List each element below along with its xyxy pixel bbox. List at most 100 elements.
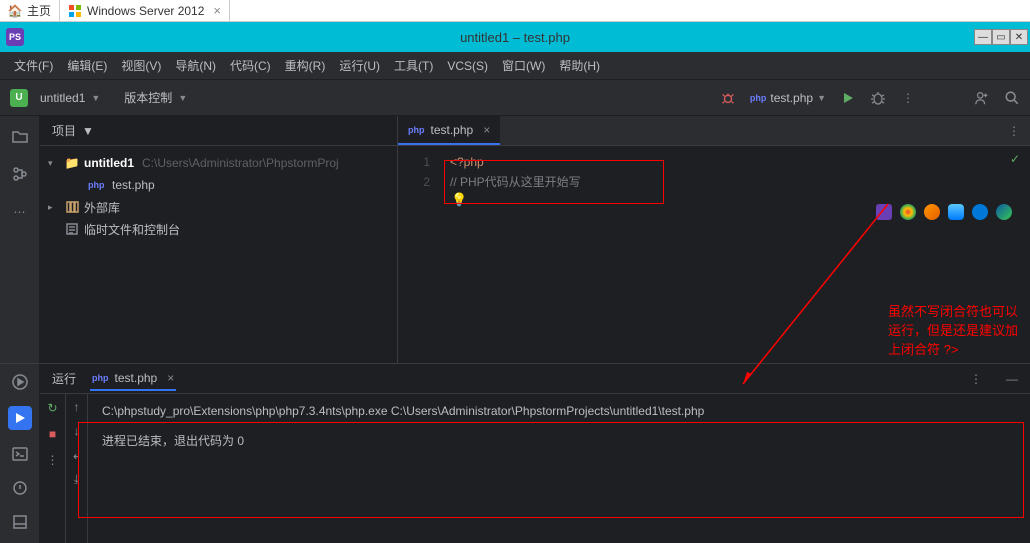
menu-code[interactable]: 代码(C) [224, 53, 277, 78]
root-path: C:\Users\Administrator\PhpstormProj [142, 156, 339, 170]
minimize-button[interactable]: — [974, 29, 992, 45]
run-config-label: test.php [770, 91, 813, 105]
structure-tool-icon[interactable] [10, 164, 30, 184]
run-tool-icon[interactable] [10, 372, 30, 392]
menu-run[interactable]: 运行(U) [333, 53, 386, 78]
folder-icon: 📁 [64, 156, 80, 170]
run-nav-toolbar: ↑ ↓ ↲ ⤓ [66, 394, 88, 543]
project-tool-icon[interactable] [10, 126, 30, 146]
run-tab-testphp[interactable]: php test.php × [90, 367, 176, 391]
phpstorm-icon[interactable] [876, 204, 892, 220]
more-icon[interactable]: ⋮ [900, 90, 916, 106]
line-gutter: 1 2 [398, 146, 438, 363]
editor-area: php test.php × ⋮ 1 2 <?php // PHP代码从这里开始… [398, 116, 1030, 363]
editor-tab-strip: php test.php × ⋮ [398, 116, 1030, 146]
hide-panel-icon[interactable]: — [1006, 372, 1018, 386]
console-line: C:\phpstudy_pro\Extensions\php\php7.3.4n… [102, 404, 1016, 418]
menu-refactor[interactable]: 重构(R) [279, 53, 332, 78]
menu-view[interactable]: 视图(V) [115, 53, 167, 78]
chevron-down-icon[interactable]: ▼ [91, 93, 100, 103]
chrome-icon[interactable] [900, 204, 916, 220]
down-icon[interactable]: ↓ [74, 424, 80, 438]
up-icon[interactable]: ↑ [74, 400, 80, 414]
window-title: untitled1 – test.php [460, 30, 570, 45]
menu-help[interactable]: 帮助(H) [553, 53, 606, 78]
php-icon: php [92, 373, 109, 383]
collab-icon[interactable] [974, 90, 990, 106]
scroll-icon[interactable]: ⤓ [74, 472, 79, 487]
tab-label: test.php [431, 123, 474, 137]
safari-icon[interactable] [948, 204, 964, 220]
debug-icon[interactable] [870, 90, 886, 106]
search-icon[interactable] [1004, 90, 1020, 106]
ext-lib-label: 外部库 [84, 199, 120, 216]
run-active-icon[interactable] [8, 406, 32, 430]
expand-icon[interactable]: ▾ [48, 158, 60, 169]
tree-root[interactable]: ▾ 📁 untitled1 C:\Users\Administrator\Php… [40, 152, 397, 174]
expand-icon[interactable]: ▸ [48, 202, 60, 213]
project-tree: ▾ 📁 untitled1 C:\Users\Administrator\Php… [40, 146, 397, 246]
root-name: untitled1 [84, 156, 134, 170]
menu-vcs[interactable]: VCS(S) [441, 55, 494, 77]
chevron-down-icon[interactable]: ▼ [82, 124, 94, 138]
tab-label: Windows Server 2012 [87, 4, 204, 18]
bottom-tool-rail [0, 364, 40, 543]
edge-icon[interactable] [996, 204, 1012, 220]
library-icon [64, 200, 80, 214]
close-icon[interactable]: × [483, 123, 490, 137]
close-button[interactable]: ✕ [1010, 29, 1028, 45]
rerun-icon[interactable]: ↻ [45, 400, 61, 416]
run-more-icon[interactable]: ⋮ [970, 372, 982, 386]
main-toolbar: U untitled1 ▼ 版本控制 ▼ php test.php ▼ ⋮ [0, 80, 1030, 116]
project-name[interactable]: untitled1 [40, 91, 85, 105]
more-icon[interactable]: ⋮ [45, 452, 61, 468]
inspection-ok-icon[interactable]: ✓ [1010, 152, 1020, 166]
menu-tools[interactable]: 工具(T) [388, 53, 439, 78]
chevron-down-icon[interactable]: ▼ [178, 93, 187, 103]
console-output[interactable]: C:\phpstudy_pro\Extensions\php\php7.3.4n… [88, 394, 1030, 543]
browser-preview-icons [876, 204, 1012, 220]
maximize-button[interactable]: ▭ [992, 29, 1010, 45]
scratch-label: 临时文件和控制台 [84, 221, 180, 238]
close-icon[interactable]: × [213, 3, 221, 18]
layout-tool-icon[interactable] [10, 512, 30, 532]
tree-scratches[interactable]: 临时文件和控制台 [40, 218, 397, 240]
annotation-text: 虽然不写闭合符也可以运行，但是还是建议加上闭合符 ?> [888, 301, 1030, 358]
more-tool-icon[interactable]: ⋯ [10, 202, 30, 222]
windows-icon [68, 4, 82, 18]
console-blank [102, 418, 1016, 432]
project-panel: 项目 ▼ ▾ 📁 untitled1 C:\Users\Administrato… [40, 116, 398, 363]
code-editor[interactable]: 1 2 <?php // PHP代码从这里开始写 💡 ✓ 虽然不 [398, 146, 1030, 363]
run-panel: 运行 php test.php × ⋮ — ↻ ■ ⋮ ↑ ↓ ↲ [40, 364, 1030, 543]
firefox-icon[interactable] [924, 204, 940, 220]
window-titlebar: PS untitled1 – test.php — ▭ ✕ [0, 22, 1030, 52]
close-icon[interactable]: × [167, 371, 174, 385]
editor-tab-testphp[interactable]: php test.php × [398, 116, 500, 145]
run-config-selector[interactable]: php test.php ▼ [750, 91, 826, 105]
menu-navigate[interactable]: 导航(N) [169, 53, 222, 78]
tree-external-libs[interactable]: ▸ 外部库 [40, 196, 397, 218]
left-tool-rail: ⋯ [0, 116, 40, 363]
tree-file-testphp[interactable]: php test.php [40, 174, 397, 196]
menu-edit[interactable]: 编辑(E) [61, 53, 113, 78]
bug-sparkle-icon[interactable] [720, 90, 736, 106]
menu-file[interactable]: 文件(F) [8, 53, 59, 78]
problems-tool-icon[interactable] [10, 478, 30, 498]
browser-tab-windows-server[interactable]: Windows Server 2012 × [60, 0, 230, 21]
project-badge-icon: U [10, 89, 28, 107]
chevron-down-icon: ▼ [817, 93, 826, 103]
menu-window[interactable]: 窗口(W) [496, 53, 551, 78]
wrap-icon[interactable]: ↲ [71, 448, 81, 462]
vcs-label[interactable]: 版本控制 [124, 89, 172, 106]
panel-title: 项目 [52, 122, 76, 139]
browser-tab-home[interactable]: 🏠 主页 [0, 0, 60, 21]
stop-icon[interactable]: ■ [45, 426, 61, 442]
terminal-tool-icon[interactable] [10, 444, 30, 464]
ie-icon[interactable] [972, 204, 988, 220]
editor-tab-more[interactable]: ⋮ [998, 116, 1030, 145]
run-title: 运行 [52, 370, 76, 387]
run-icon[interactable] [840, 90, 856, 106]
run-tab-label: test.php [115, 371, 158, 385]
intention-bulb-icon[interactable]: 💡 [451, 190, 467, 210]
console-line: 进程已结束，退出代码为 0 [102, 432, 1016, 449]
